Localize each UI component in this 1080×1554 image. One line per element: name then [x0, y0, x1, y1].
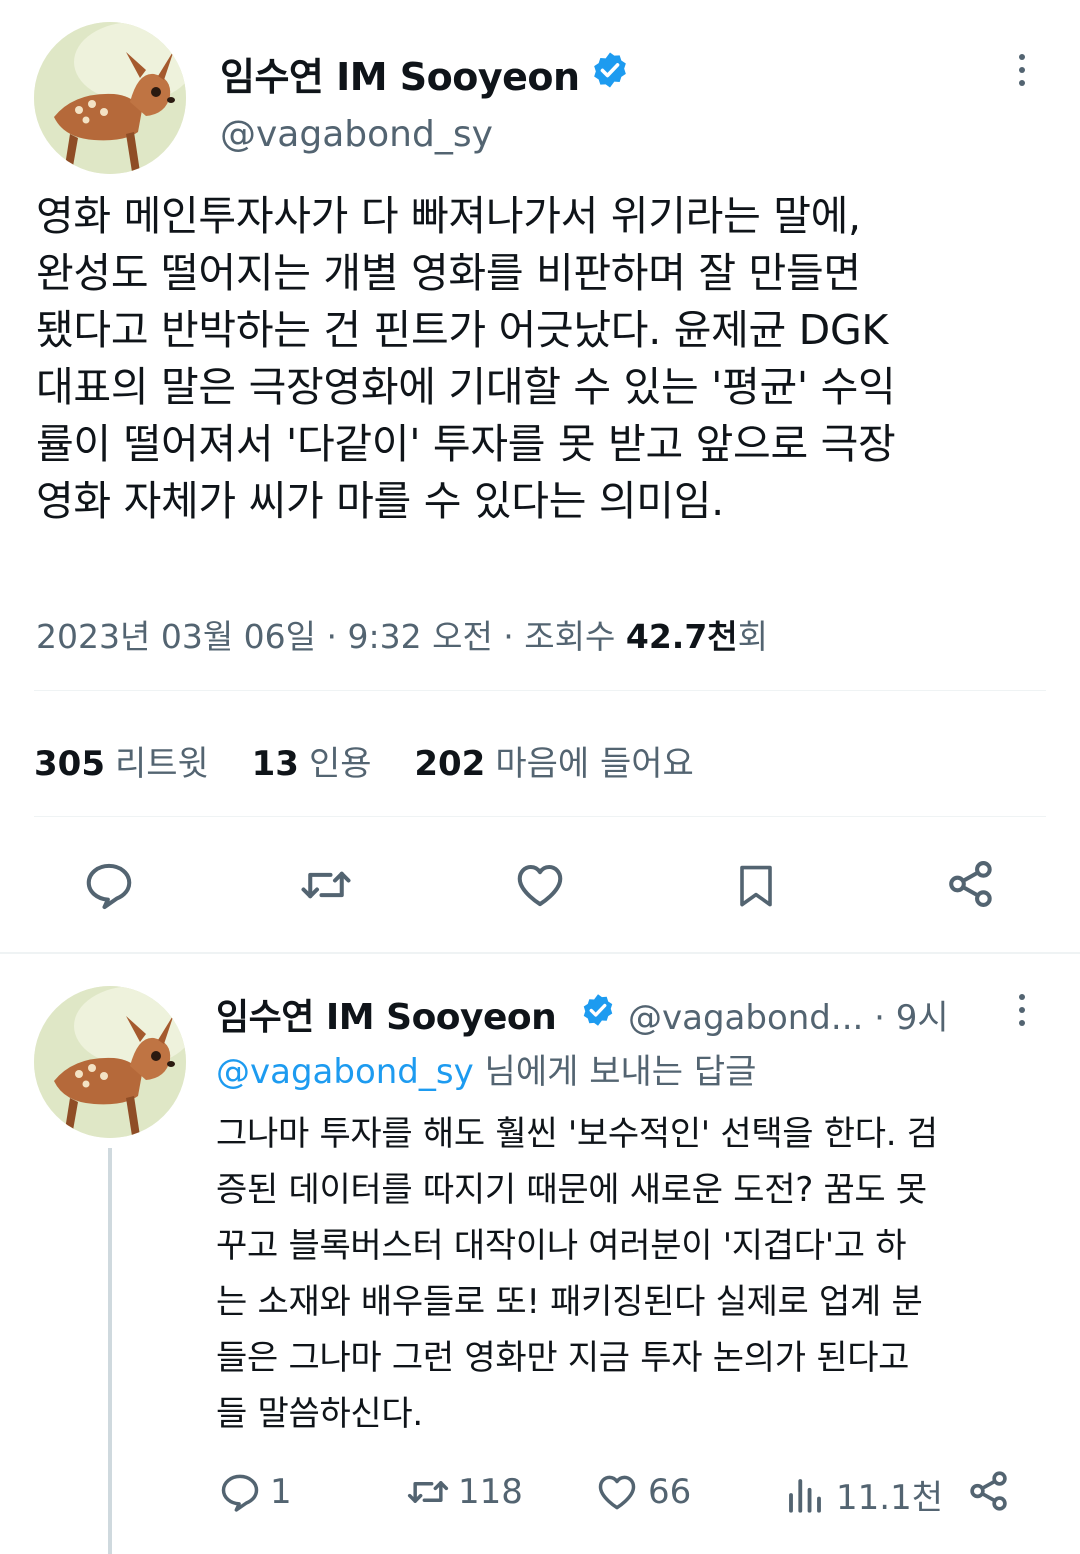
likes-label: 마음에 들어요 — [495, 744, 694, 784]
like-button[interactable] — [512, 858, 568, 912]
retweet-icon — [301, 871, 351, 899]
reply-button[interactable] — [82, 858, 136, 912]
reply-views-button[interactable]: 11.1천 — [784, 1470, 943, 1519]
divider — [34, 690, 1046, 691]
tweet-metadata: 2023년 03월 06일 · 9:32 오전 · 조회수 42.7천회 — [36, 610, 768, 658]
reply-text: 그나마 투자를 해도 훨씬 '보수적인' 선택을 한다. 검 증된 데이터를 따… — [216, 1114, 938, 1434]
reply-author-avatar[interactable] — [34, 986, 186, 1138]
like-icon — [517, 864, 563, 907]
retweet-button[interactable] — [298, 858, 354, 912]
view-unit: 회 — [737, 617, 769, 656]
tweet-text: 영화 메인투자사가 다 빠져나가서 위기라는 말에, 완성도 떨어지는 개별 영… — [36, 192, 896, 525]
author-avatar[interactable] — [34, 22, 186, 174]
reply-handle-time[interactable]: @vagabond... · 9시 — [628, 990, 949, 1039]
verified-badge-icon — [590, 50, 630, 94]
section-divider — [0, 952, 1080, 954]
likes-count: 202 — [414, 744, 486, 784]
author-name[interactable]: 임수연 IM Sooyeon — [220, 46, 580, 101]
reply-to-mention[interactable]: @vagabond_sy — [216, 1052, 474, 1092]
fawn-avatar — [34, 986, 186, 1138]
quotes-stat[interactable]: 13 인용 — [252, 744, 372, 784]
reply-retweet-button[interactable]: 118 — [404, 1470, 523, 1514]
likes-stat[interactable]: 202 마음에 들어요 — [414, 744, 693, 784]
retweets-label: 리트윗 — [114, 744, 209, 784]
divider — [34, 816, 1046, 817]
thread-line — [108, 1148, 112, 1554]
reply-author-name[interactable]: 임수연 IM Sooyeon — [216, 988, 557, 1040]
retweets-stat[interactable]: 305 리트윗 — [34, 744, 209, 784]
reply-share-button[interactable] — [966, 1468, 1012, 1514]
share-icon — [970, 1471, 1007, 1511]
quotes-label: 인용 — [308, 744, 372, 784]
reply-reply-button[interactable]: 1 — [218, 1470, 292, 1514]
like-icon — [598, 1475, 636, 1510]
share-button[interactable] — [944, 856, 998, 912]
retweet-count: 118 — [458, 1472, 523, 1512]
retweet-icon — [407, 1481, 449, 1503]
quotes-count: 13 — [251, 744, 299, 784]
reply-like-button[interactable]: 66 — [594, 1470, 691, 1514]
bookmark-icon — [740, 865, 772, 907]
like-count: 66 — [648, 1472, 692, 1512]
retweets-count: 305 — [34, 744, 105, 784]
tweet-date: 2023년 03월 06일 · 9:32 오전 · 조회수 — [36, 617, 616, 656]
reply-icon — [221, 1474, 259, 1512]
reply-count: 1 — [270, 1472, 292, 1512]
reply-more-options-icon[interactable] — [1019, 994, 1029, 1033]
fawn-avatar — [34, 22, 186, 174]
replying-to: @vagabond_sy 님에게 보내는 답글 — [216, 1044, 756, 1093]
views-count: 11.1천 — [836, 1478, 943, 1518]
reply-to-label: 님에게 보내는 답글 — [473, 1052, 757, 1092]
engagement-stats: 305 리트윗 13 인용 202 마음에 들어요 — [34, 736, 726, 785]
more-options-icon[interactable] — [1019, 54, 1029, 93]
views-icon — [789, 1478, 821, 1513]
view-count: 42.7천 — [625, 617, 738, 656]
reply-icon — [86, 863, 132, 910]
verified-badge-icon — [580, 992, 616, 1032]
author-handle[interactable]: @vagabond_sy — [220, 114, 493, 155]
share-icon — [949, 861, 992, 907]
bookmark-button[interactable] — [732, 858, 780, 914]
